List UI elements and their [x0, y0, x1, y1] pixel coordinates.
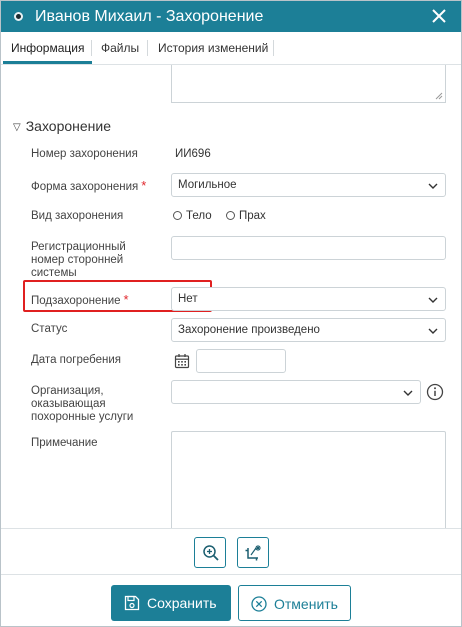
floppy-disk-icon [124, 595, 140, 611]
tab-separator [147, 40, 148, 56]
sub-burial-label: Подзахоронение * [31, 293, 129, 308]
burial-date-label-text: Дата погребения [31, 354, 121, 366]
burial-number-value: ИИ696 [175, 148, 211, 160]
burial-number-label-text: Номер захоронения [31, 148, 138, 160]
chevron-down-icon [403, 390, 413, 396]
radio-circle-icon [226, 211, 235, 220]
save-button[interactable]: Сохранить [111, 585, 231, 621]
previous-textarea[interactable] [171, 65, 446, 103]
tab-bar: Информация Файлы История изменений [1, 32, 461, 65]
save-button-label: Сохранить [147, 595, 217, 611]
crop-icon [245, 545, 261, 561]
status-label-text: Статус [31, 323, 68, 335]
resize-handle-icon[interactable] [435, 92, 443, 100]
tab-separator [273, 40, 274, 56]
reg-number-label: Регистрационный номер сторонней системы [31, 241, 126, 279]
status-select[interactable]: Захоронение произведено [171, 318, 446, 342]
form-scroll-area[interactable]: ▽ Захоронение Номер захоронения ИИ696 Фор… [1, 65, 461, 528]
chevron-down-icon [428, 297, 438, 303]
organization-label: Организация, оказывающая похоронные услу… [31, 385, 134, 423]
dialog-window: Иванов Михаил - Захоронение Информация Ф… [0, 0, 462, 627]
calendar-icon[interactable] [174, 353, 190, 369]
burial-form-label-text: Форма захоронения [31, 181, 139, 193]
crop-button[interactable] [237, 537, 269, 568]
info-icon[interactable] [426, 383, 444, 401]
reg-number-input[interactable] [171, 236, 446, 260]
sub-burial-select[interactable]: Нет [171, 287, 446, 311]
tab-info[interactable]: Информация [11, 41, 84, 55]
tab-separator [91, 40, 92, 56]
burial-form-select-value: Могильное [178, 179, 237, 191]
radio-body[interactable]: Тело [173, 210, 212, 222]
chevron-down-icon [428, 328, 438, 334]
burial-number-label: Номер захоронения [31, 148, 138, 161]
burial-kind-label-text: Вид захоронения [31, 210, 124, 222]
tool-row [1, 528, 461, 574]
required-asterisk: * [141, 178, 147, 193]
cancel-circle-icon [251, 596, 267, 612]
dialog-footer: Сохранить Отменить [1, 574, 461, 627]
radio-ashes-label: Прах [239, 210, 266, 222]
section-header[interactable]: ▽ Захоронение [13, 118, 111, 134]
organization-select[interactable] [171, 380, 421, 404]
status-label: Статус [31, 323, 67, 336]
note-textarea[interactable] [171, 431, 446, 528]
status-select-value: Захоронение произведено [178, 324, 320, 336]
active-tab-indicator [3, 61, 92, 64]
burial-form-select[interactable]: Могильное [171, 173, 446, 197]
radio-body-label: Тело [186, 210, 212, 222]
cancel-button[interactable]: Отменить [238, 585, 351, 621]
window-title: Иванов Михаил - Захоронение [35, 8, 264, 25]
note-label: Примечание [31, 437, 98, 450]
tab-files[interactable]: Файлы [101, 41, 139, 55]
note-label-text: Примечание [31, 437, 98, 449]
zoom-button[interactable] [194, 537, 226, 568]
burial-date-label: Дата погребения [31, 354, 121, 367]
radio-circle-icon [173, 211, 182, 220]
title-bar: Иванов Михаил - Захоронение [1, 1, 461, 32]
close-icon[interactable] [429, 6, 449, 26]
sub-burial-select-value: Нет [178, 293, 198, 305]
required-asterisk: * [123, 292, 129, 307]
chevron-down-icon [428, 183, 438, 189]
window-status-icon [14, 12, 23, 21]
burial-date-input[interactable] [196, 349, 286, 373]
radio-ashes[interactable]: Прах [226, 210, 266, 222]
burial-form-label: Форма захоронения * [31, 179, 146, 194]
collapse-triangle-icon[interactable]: ▽ [13, 122, 21, 133]
tab-history[interactable]: История изменений [158, 41, 268, 55]
cancel-button-label: Отменить [274, 596, 338, 612]
zoom-in-icon [203, 545, 219, 561]
burial-kind-label: Вид захоронения [31, 210, 123, 223]
section-title: Захоронение [25, 118, 112, 134]
sub-burial-label-text: Подзахоронение [31, 295, 121, 307]
